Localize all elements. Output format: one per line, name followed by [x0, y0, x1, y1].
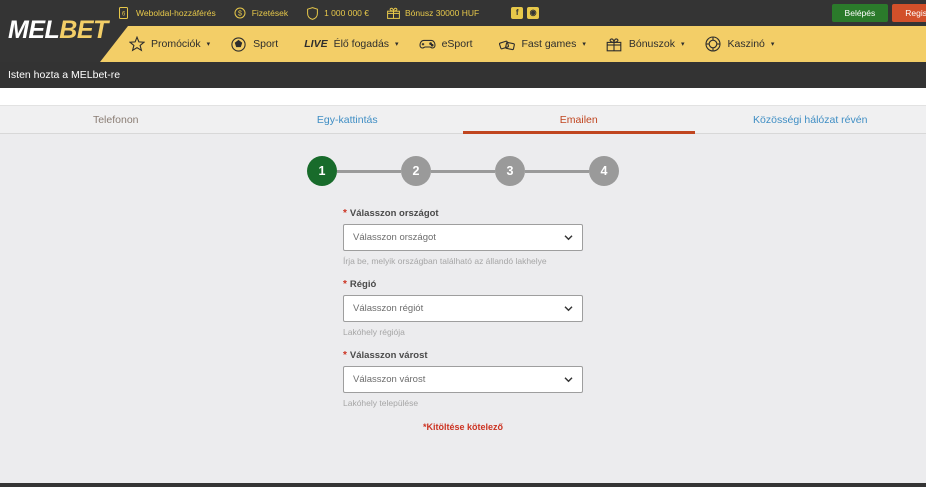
required-asterisk: *	[343, 279, 347, 290]
field-label-text: Válasszon várost	[349, 350, 428, 361]
nav-item-label: Kaszinó	[727, 38, 765, 50]
tab-one-click[interactable]: Egy-kattintás	[232, 106, 464, 133]
fast-games-icon	[498, 36, 516, 53]
tab-by-email[interactable]: Emailen	[463, 106, 695, 134]
field-region: * Régió Válasszon régiót Lakóhely régiój…	[343, 279, 583, 337]
logo-text-mel: MEL	[8, 16, 60, 44]
facebook-icon[interactable]: f	[511, 7, 524, 19]
gift-bonus-icon	[387, 7, 400, 20]
shield-jackpot-icon	[306, 6, 319, 20]
step-1[interactable]: 1	[307, 156, 337, 186]
nav-item-label: Bónuszok	[628, 38, 675, 50]
tab-social-network[interactable]: Közösségi hálózat révén	[695, 106, 926, 133]
field-label-text: Régió	[349, 279, 377, 290]
star-icon	[128, 36, 145, 53]
utility-item-site-access[interactable]: 6 Weboldal-hozzáférés	[118, 7, 216, 20]
nav-item-sport[interactable]: Sport	[220, 36, 294, 53]
logo-text-bet: BET	[59, 16, 108, 44]
nav-item-label: eSport	[441, 38, 473, 50]
nav-item-label: Élő fogadás	[333, 38, 390, 50]
city-select[interactable]: Válasszon várost	[343, 366, 583, 393]
nav-item-label: Sport	[253, 38, 279, 50]
field-city: * Válasszon várost Válasszon várost Lakó…	[343, 350, 583, 408]
nav-item-esport[interactable]: eSport	[409, 36, 489, 53]
chevron-down-icon	[564, 376, 573, 382]
chevron-down-icon: ▾	[206, 40, 211, 48]
required-asterisk: *	[343, 350, 347, 361]
chevron-down-icon	[564, 305, 573, 311]
required-asterisk: *	[343, 208, 347, 219]
welcome-banner-text: Isten hozta a MELbet-re	[8, 69, 121, 81]
utility-item-label: 1 000 000 €	[324, 8, 369, 18]
registration-content: 1 2 3 4 * Válasszon országot Válasszon o…	[0, 134, 926, 483]
field-city-label: * Válasszon várost	[343, 350, 583, 361]
utility-item-bonus[interactable]: Bónusz 30000 HUF	[387, 7, 479, 20]
utility-item-label: Bónusz 30000 HUF	[404, 8, 480, 18]
nav-item-fast-games[interactable]: Fast games ▾	[489, 36, 596, 53]
country-helper-text: Írja be, melyik országban található az á…	[343, 256, 547, 266]
nav-item-promotions[interactable]: Promóciók ▾	[118, 36, 220, 53]
country-select-value: Válasszon országot	[353, 232, 436, 243]
utility-item-label: Fizetések	[251, 8, 289, 18]
svg-text:$: $	[238, 11, 242, 18]
utility-item-jackpot[interactable]: 1 000 000 €	[306, 6, 369, 20]
melbet-logo[interactable]: MELBET	[8, 16, 108, 45]
instagram-icon[interactable]: ◉	[527, 7, 540, 19]
city-select-value: Válasszon várost	[353, 374, 426, 385]
field-region-label: * Régió	[343, 279, 583, 290]
field-label-text: Válasszon országot	[349, 208, 439, 219]
step-connector-3	[525, 169, 589, 173]
region-select-value: Válasszon régiót	[353, 303, 424, 314]
nav-item-bonuses[interactable]: Bónuszok ▾	[596, 36, 695, 53]
gift-icon	[606, 36, 623, 53]
nav-item-label: Fast games	[521, 38, 577, 50]
register-button[interactable]: Regis	[892, 4, 926, 22]
registration-page: 6 Weboldal-hozzáférés $ Fizetések 1 000 …	[0, 0, 926, 500]
welcome-banner: Isten hozta a MELbet-re	[0, 62, 926, 88]
step-3[interactable]: 3	[495, 156, 525, 186]
auth-buttons: Belépés Regis	[831, 4, 926, 22]
bottom-strip	[0, 483, 926, 487]
step-indicator: 1 2 3 4	[0, 134, 926, 186]
soccer-ball-icon	[230, 36, 247, 53]
nav-items: Promóciók ▾ Sport LIVE Élő fogadás ▾ eSp…	[118, 26, 926, 62]
casino-chip-icon	[705, 36, 722, 53]
live-text-icon: LIVE	[304, 38, 328, 50]
city-helper-text: Lakóhely települése	[343, 398, 419, 408]
gamepad-icon	[419, 36, 436, 53]
chevron-down-icon: ▾	[770, 40, 775, 48]
utility-item-payments[interactable]: $ Fizetések	[234, 7, 288, 20]
step-2[interactable]: 2	[401, 156, 431, 186]
tab-by-phone[interactable]: Telefonon	[0, 106, 232, 133]
region-select[interactable]: Válasszon régiót	[343, 295, 583, 322]
country-select[interactable]: Válasszon országot	[343, 224, 583, 251]
region-helper-text: Lakóhely régiója	[343, 327, 405, 337]
step-connector-2	[431, 169, 495, 173]
chevron-down-icon: ▾	[395, 40, 399, 48]
nav-item-live-betting[interactable]: LIVE Élő fogadás ▾	[294, 38, 408, 50]
nav-item-casino[interactable]: Kaszinó ▾	[695, 36, 785, 53]
mobile-access-icon: 6	[118, 7, 131, 20]
top-utility-bar: 6 Weboldal-hozzáférés $ Fizetések 1 000 …	[0, 0, 926, 26]
field-country-label: * Válasszon országot	[343, 208, 583, 219]
chevron-down-icon	[564, 234, 573, 240]
svg-text:6: 6	[122, 12, 126, 18]
step-connector-1	[337, 169, 401, 173]
step-4[interactable]: 4	[589, 156, 619, 186]
chevron-down-icon: ▾	[582, 40, 586, 48]
chevron-down-icon: ▾	[681, 40, 685, 48]
registration-tabs: Telefonon Egy-kattintás Emailen Közösség…	[0, 105, 926, 134]
field-country: * Válasszon országot Válasszon országot …	[343, 208, 583, 266]
utility-item-label: Weboldal-hozzáférés	[136, 8, 216, 18]
nav-item-label: Promóciók	[151, 38, 201, 50]
registration-tabs-wrapper: Telefonon Egy-kattintás Emailen Közösség…	[0, 88, 926, 134]
login-button[interactable]: Belépés	[831, 4, 889, 22]
social-links: f ◉	[511, 7, 540, 19]
utility-links: 6 Weboldal-hozzáférés $ Fizetések 1 000 …	[118, 6, 540, 20]
main-navigation-bar: MELBET Promóciók ▾ Sport LIVE Élő fogadá…	[0, 16, 926, 62]
registration-form: * Válasszon országot Válasszon országot …	[343, 186, 583, 432]
required-fields-note: *Kitöltése kötelező	[422, 422, 504, 432]
payments-dollar-icon: $	[234, 7, 247, 20]
